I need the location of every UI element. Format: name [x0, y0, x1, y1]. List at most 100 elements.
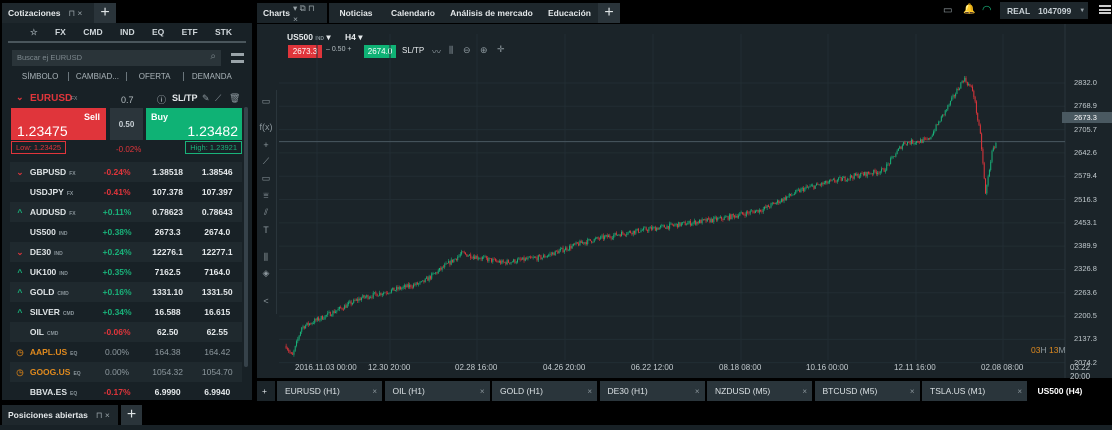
category-stk[interactable]: STK	[215, 27, 232, 37]
quote-row[interactable]: USDJPY FX -0.41% 107.378 107.397	[10, 182, 242, 202]
quote-row[interactable]: ^ AUDUSD FX +0.11% 0.78623 0.78643	[10, 202, 242, 222]
buy-button[interactable]: Buy 1.23482	[146, 108, 242, 140]
ask[interactable]: 1.38546	[192, 167, 242, 177]
quote-row[interactable]: ^ GOLD CMD +0.16% 1331.10 1331.50	[10, 282, 242, 302]
trash-icon[interactable]: 🗑	[229, 93, 240, 104]
search-icon[interactable]: ⌕	[210, 51, 216, 62]
bid[interactable]: 1054.32	[143, 367, 193, 377]
quote-row[interactable]: ◷ GOOG.US EQ 0.00% 1054.32 1054.70	[10, 362, 242, 382]
ask[interactable]: 6.9940	[192, 387, 242, 397]
ask[interactable]: 0.78643	[192, 207, 242, 217]
chart-tab[interactable]: BTCUSD (M5) ×	[814, 381, 920, 401]
chart-tab[interactable]: GOLD (H1) ×	[492, 381, 597, 401]
tab-educaci-n[interactable]: Educación	[540, 3, 599, 23]
tab-posiciones-abiertas[interactable]: Posiciones abiertas ⊓ ×	[2, 405, 118, 425]
tab-an-lisis-de-mercado[interactable]: Análisis de mercado	[443, 3, 540, 23]
tab-noticias[interactable]: Noticias	[329, 3, 383, 23]
col-ask[interactable]: DEMANDA	[184, 72, 240, 81]
candle	[856, 173, 858, 176]
ask[interactable]: 16.615	[192, 307, 242, 317]
ask[interactable]: 2674.0	[192, 227, 242, 237]
chart-tab[interactable]: NZDUSD (M5) ×	[707, 381, 812, 401]
menu-icon[interactable]	[1099, 5, 1111, 14]
bid[interactable]: 16.588	[143, 307, 193, 317]
layout-icon[interactable]: ▭	[943, 5, 952, 16]
price-chart[interactable]	[257, 24, 1112, 378]
close-icon[interactable]: ×	[910, 387, 915, 396]
bid[interactable]: 6.9990	[143, 387, 193, 397]
search-input[interactable]: Buscar ej EURUSD ⌕	[12, 50, 221, 66]
ask[interactable]: 12277.1	[192, 247, 242, 257]
chart-tab[interactable]: DE30 (H1) ×	[599, 381, 705, 401]
close-icon[interactable]: ×	[372, 387, 377, 396]
add-panel-button[interactable]: +	[94, 3, 116, 23]
list-view-icon[interactable]	[231, 53, 244, 63]
bell-icon[interactable]: 🔔	[963, 4, 975, 15]
ask[interactable]: 1331.50	[192, 287, 242, 297]
add-panel-button[interactable]: +	[121, 405, 142, 425]
bid[interactable]: 107.378	[143, 187, 193, 197]
tab-cotizaciones[interactable]: Cotizaciones ⊓ ×	[2, 3, 94, 23]
chart-tab[interactable]: OIL (H1) ×	[384, 381, 490, 401]
close-icon[interactable]: ×	[695, 387, 700, 396]
edit-icon[interactable]: ✎	[202, 93, 210, 104]
bid[interactable]: 2673.3	[143, 227, 193, 237]
sell-button[interactable]: Sell 1.23475	[11, 108, 106, 140]
col-bid[interactable]: OFERTA	[127, 72, 184, 81]
close-icon[interactable]: ×	[802, 387, 807, 396]
candle	[407, 284, 409, 288]
chart-tab[interactable]: US500 (H4)×	[1029, 381, 1112, 401]
category-favorites[interactable]: ☆	[30, 27, 38, 38]
sltp-button[interactable]: SL/TP	[172, 93, 198, 103]
bid[interactable]: 62.50	[143, 327, 193, 337]
window-controls-icon[interactable]: ⊓ ×	[96, 410, 110, 421]
tab-calendario[interactable]: Calendario	[383, 3, 443, 23]
ask[interactable]: 107.397	[192, 187, 242, 197]
close-icon[interactable]: ×	[480, 387, 485, 396]
tab-charts[interactable]: Charts ▾ ⧉ ⊓ ×	[257, 3, 327, 24]
bid[interactable]: 1.38518	[143, 167, 193, 177]
add-tab-button[interactable]: +	[598, 3, 620, 23]
chart-icon[interactable]: ⟋	[215, 93, 221, 104]
ask[interactable]: 164.42	[192, 347, 242, 357]
symbol: SILVER CMD	[30, 307, 91, 317]
quote-row[interactable]: ^ SILVER CMD +0.34% 16.588 16.615	[10, 302, 242, 322]
chart-tab[interactable]: TSLA.US (M1) ×	[922, 381, 1027, 401]
category-cmd[interactable]: CMD	[83, 27, 102, 37]
window-controls-icon[interactable]: ▾ ⧉ ⊓ ×	[293, 3, 321, 24]
close-icon[interactable]: ×	[1017, 387, 1022, 396]
category-etf[interactable]: ETF	[182, 27, 198, 37]
category-fx[interactable]: FX	[55, 27, 66, 37]
bid[interactable]: 1331.10	[143, 287, 193, 297]
col-symbol[interactable]: SÍMBOLO	[12, 72, 70, 81]
scrollbar[interactable]	[244, 107, 248, 367]
ask[interactable]: 62.55	[192, 327, 242, 337]
quote-row[interactable]: BBVA.ES EQ -0.17% 6.9990 6.9940	[10, 382, 242, 402]
candle	[335, 311, 337, 314]
candle	[643, 227, 645, 231]
close-icon[interactable]: ×	[587, 387, 592, 396]
window-controls-icon[interactable]: ⊓ ×	[68, 8, 82, 19]
bid[interactable]: 12276.1	[143, 247, 193, 257]
ask[interactable]: 7164.0	[192, 267, 242, 277]
category-eq[interactable]: EQ	[152, 27, 164, 37]
add-chart-tab-button[interactable]: +	[257, 381, 275, 401]
candle	[743, 213, 745, 215]
bid[interactable]: 7162.5	[143, 267, 193, 277]
quote-row[interactable]: ^ UK100 IND +0.35% 7162.5 7164.0	[10, 262, 242, 282]
bid[interactable]: 0.78623	[143, 207, 193, 217]
chart-tab[interactable]: EURUSD (H1) ×	[277, 381, 382, 401]
account-selector[interactable]: REAL 1047099 ▼	[1000, 2, 1088, 19]
candle	[804, 187, 806, 192]
quote-row[interactable]: ⌄ GBPUSD FX -0.24% 1.38518 1.38546	[10, 162, 242, 182]
quote-row[interactable]: US500 IND +0.38% 2673.3 2674.0	[10, 222, 242, 242]
quote-row[interactable]: OIL CMD -0.06% 62.50 62.55	[10, 322, 242, 342]
ask[interactable]: 1054.70	[192, 367, 242, 377]
quote-row[interactable]: ⌄ DE30 IND +0.24% 12276.1 12277.1	[10, 242, 242, 262]
bid[interactable]: 164.38	[143, 347, 193, 357]
category-ind[interactable]: IND	[120, 27, 135, 37]
info-icon[interactable]: ⓘ	[157, 93, 166, 106]
chevron-down-icon[interactable]: ⌄	[16, 92, 24, 103]
quote-row[interactable]: ◷ AAPL.US EQ 0.00% 164.38 164.42	[10, 342, 242, 362]
col-change[interactable]: CAMBIAD...	[69, 72, 127, 81]
